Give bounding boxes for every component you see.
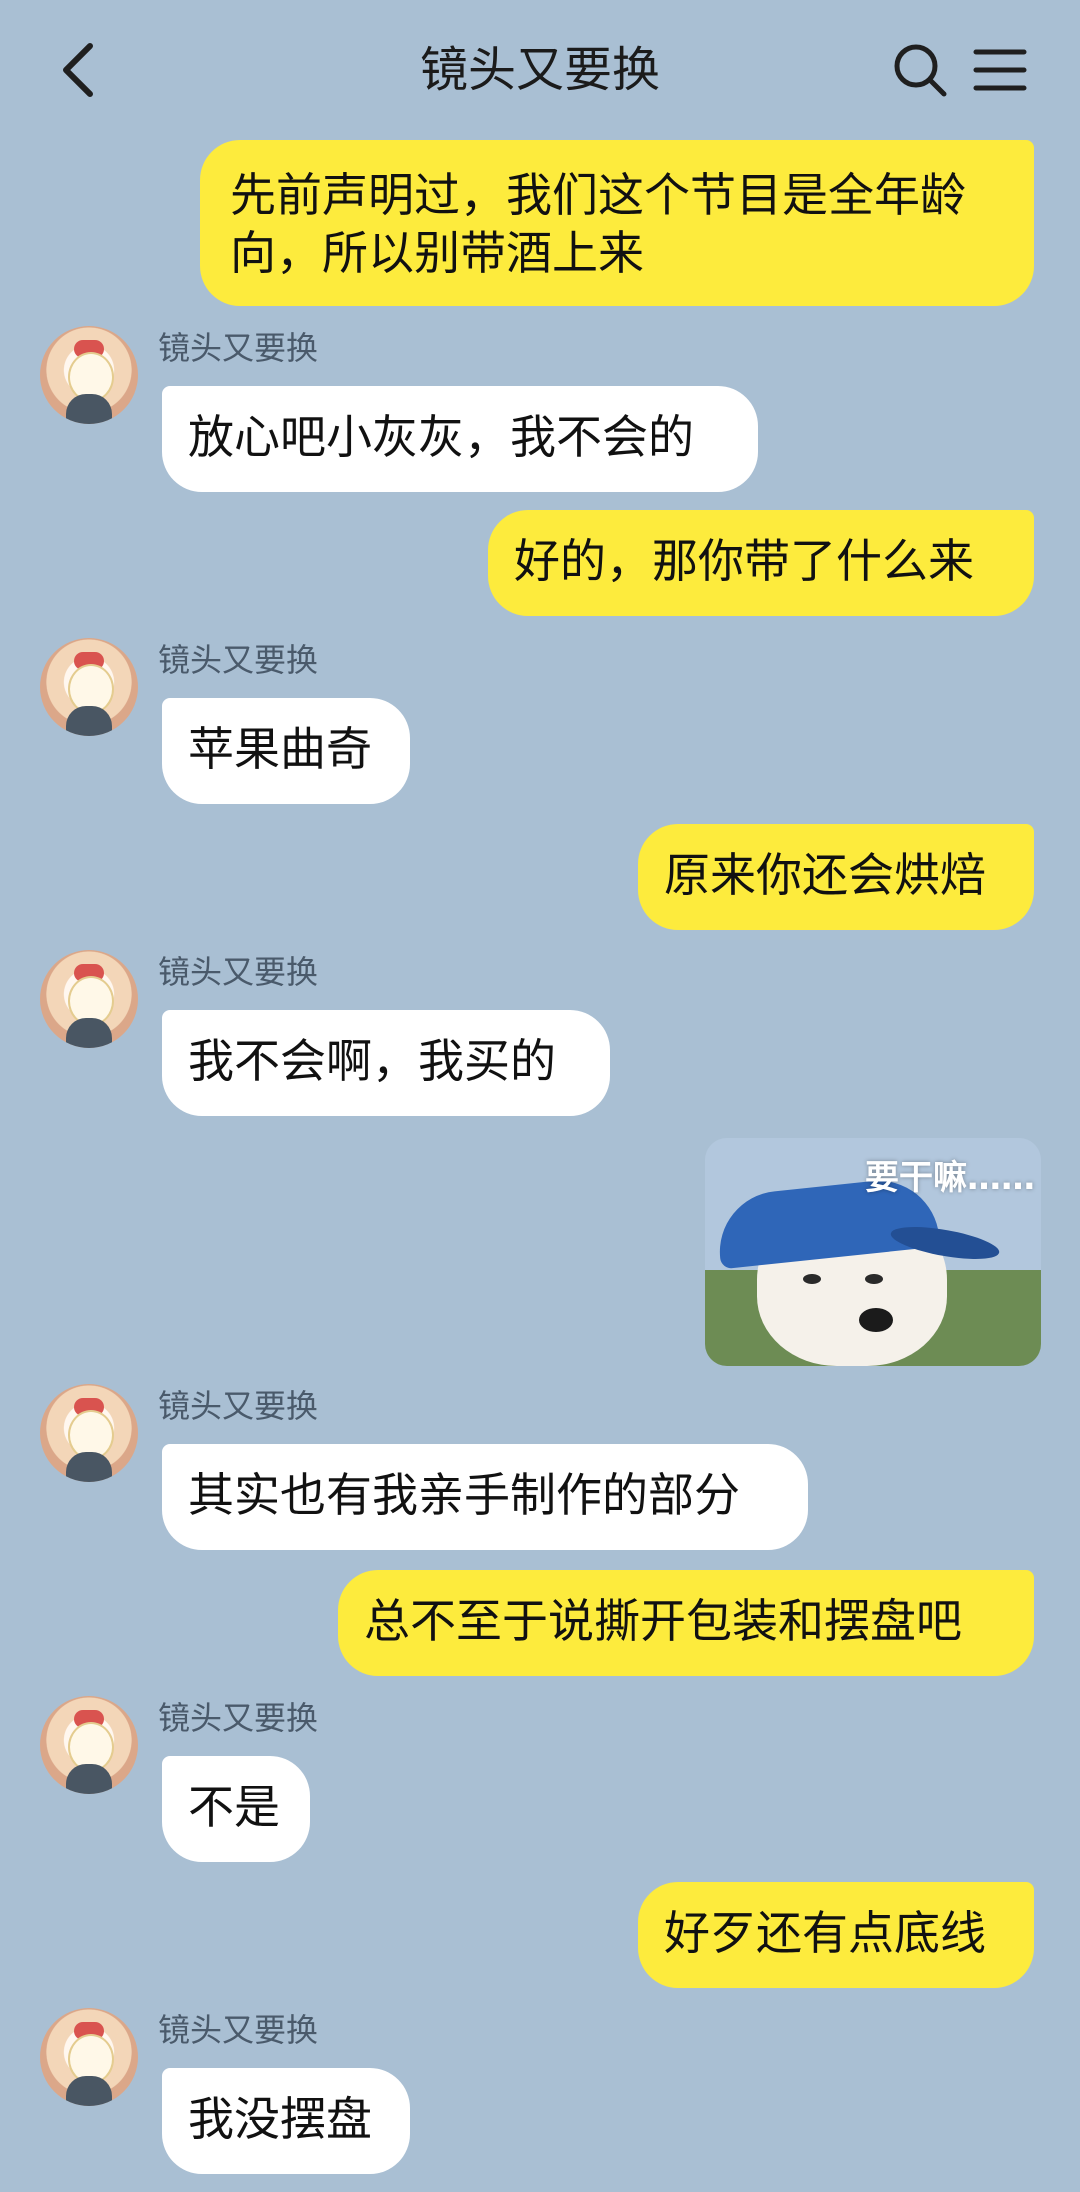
message-text: 好歹还有点底线 [664,1906,986,1960]
incoming-message[interactable]: 苹果曲奇 [162,698,410,804]
incoming-message[interactable]: 放心吧小灰灰，我不会的 [162,386,758,492]
sender-name: 镜头又要换 [158,1387,319,1425]
sender-name: 镜头又要换 [158,1699,319,1737]
outgoing-message[interactable]: 好的，那你带了什么来 [488,510,1034,616]
sticker-caption: 要干嘛…… [865,1158,1035,1198]
avatar[interactable] [40,2008,138,2106]
message-text: 不是 [188,1780,280,1834]
message-text: 放心吧小灰灰，我不会的 [188,410,694,464]
search-button[interactable] [890,40,950,100]
incoming-message[interactable]: 我不会啊，我买的 [162,1010,610,1116]
sticker-image[interactable]: 要干嘛…… [705,1138,1041,1366]
outgoing-message[interactable]: 总不至于说撕开包装和摆盘吧 [338,1570,1034,1676]
menu-icon [973,49,1027,91]
sender-name: 镜头又要换 [158,329,319,367]
outgoing-message[interactable]: 原来你还会烘焙 [638,824,1034,930]
incoming-message[interactable]: 我没摆盘 [162,2068,410,2174]
message-text: 原来你还会烘焙 [664,848,986,902]
message-text: 先前声明过，我们这个节目是全年龄向，所以别带酒上来 [230,168,966,280]
menu-button[interactable] [970,42,1030,98]
avatar[interactable] [40,326,138,424]
sender-name: 镜头又要换 [158,2011,319,2049]
search-icon [894,44,947,97]
message-text: 我不会啊，我买的 [188,1034,556,1088]
avatar[interactable] [40,1384,138,1482]
incoming-message[interactable]: 不是 [162,1756,310,1862]
message-text: 我没摆盘 [188,2092,372,2146]
sender-name: 镜头又要换 [158,641,319,679]
sender-name: 镜头又要换 [158,953,319,991]
outgoing-message[interactable]: 好歹还有点底线 [638,1882,1034,1988]
message-text: 好的，那你带了什么来 [514,534,974,588]
incoming-message[interactable]: 其实也有我亲手制作的部分 [162,1444,808,1550]
top-bar: 镜头又要换 [0,0,1080,140]
avatar[interactable] [40,1696,138,1794]
message-text: 其实也有我亲手制作的部分 [188,1468,740,1522]
message-text: 总不至于说撕开包装和摆盘吧 [364,1594,962,1648]
message-text: 苹果曲奇 [188,722,372,776]
avatar[interactable] [40,638,138,736]
avatar[interactable] [40,950,138,1048]
outgoing-message[interactable]: 先前声明过，我们这个节目是全年龄向，所以别带酒上来 [200,140,1034,306]
